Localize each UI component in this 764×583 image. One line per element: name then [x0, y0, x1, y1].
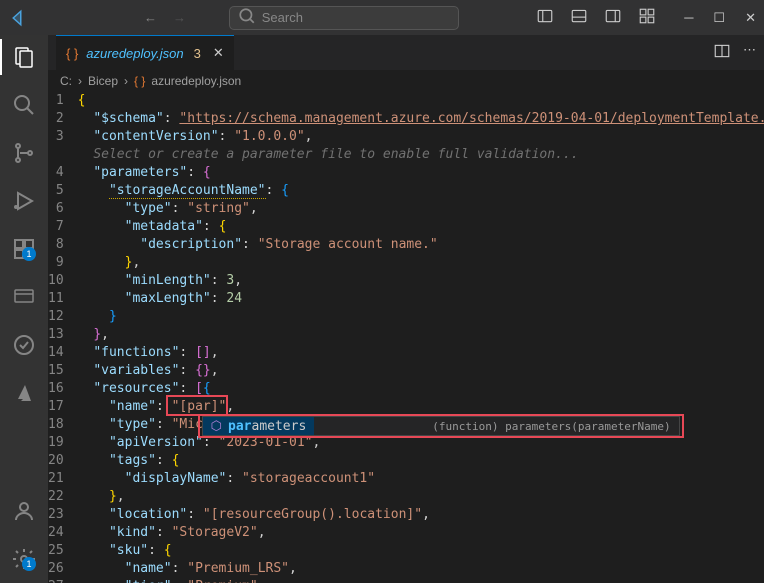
layout-controls: [536, 7, 656, 28]
run-debug-icon[interactable]: [10, 187, 38, 215]
minimize-icon[interactable]: ─: [684, 10, 693, 26]
forward-arrow-icon[interactable]: →: [173, 10, 186, 25]
activity-bar: 1 1: [0, 35, 48, 583]
search-icon: [238, 7, 256, 28]
method-icon: ⬡: [211, 419, 222, 434]
search-activity-icon[interactable]: [10, 91, 38, 119]
intellisense-detail: (function) parameters(parameterName): [424, 420, 678, 433]
remote-icon[interactable]: [10, 283, 38, 311]
azure-icon[interactable]: [10, 379, 38, 407]
editor-tab[interactable]: { } azuredeploy.json 3 ✕: [56, 35, 234, 70]
nav-arrows: ← →: [144, 10, 186, 25]
editor-area: { } azuredeploy.json 3 ✕ ⋯ C: › Bicep › …: [48, 35, 764, 583]
intellisense-item[interactable]: ⬡ parameters: [203, 417, 315, 435]
layout-customize-icon[interactable]: [638, 7, 656, 28]
panel-right-icon[interactable]: [604, 7, 622, 28]
json-file-icon: { }: [134, 74, 145, 88]
intellisense-match: par: [228, 419, 251, 434]
tabs-bar: { } azuredeploy.json 3 ✕ ⋯: [48, 35, 764, 70]
tab-problems-count: 3: [194, 46, 201, 61]
source-control-icon[interactable]: [10, 139, 38, 167]
split-editor-icon[interactable]: [713, 42, 731, 63]
breadcrumb-seg: Bicep: [88, 74, 118, 88]
code-editor[interactable]: 1 2 3 4 5 6 7 8 9 10 11 12 13 14 15 16 1…: [48, 92, 764, 583]
intellisense-popup[interactable]: ⬡ parameters (function) parameters(param…: [202, 416, 680, 436]
title-bar: ← → Search ─ ☐ ✕: [0, 0, 764, 35]
vscode-logo-icon: [8, 9, 26, 27]
panel-bottom-icon[interactable]: [570, 7, 588, 28]
accounts-icon[interactable]: [10, 497, 38, 525]
window-controls: ─ ☐ ✕: [684, 10, 756, 26]
chevron-right-icon: ›: [124, 74, 128, 88]
chevron-right-icon: ›: [78, 74, 82, 88]
json-file-icon: { }: [66, 46, 78, 61]
testing-icon[interactable]: [10, 331, 38, 359]
panel-left-icon[interactable]: [536, 7, 554, 28]
settings-badge: 1: [22, 557, 36, 571]
explorer-icon[interactable]: [10, 43, 38, 71]
tab-filename: azuredeploy.json: [86, 46, 183, 61]
extensions-badge: 1: [22, 247, 36, 261]
breadcrumb[interactable]: C: › Bicep › { } azuredeploy.json: [48, 70, 764, 92]
command-center-search[interactable]: Search: [229, 6, 459, 30]
more-actions-icon[interactable]: ⋯: [743, 42, 756, 63]
close-icon[interactable]: ✕: [745, 10, 756, 26]
code-content[interactable]: { "$schema": "https://schema.management.…: [78, 92, 764, 583]
tab-close-icon[interactable]: ✕: [213, 45, 224, 61]
breadcrumb-seg: azuredeploy.json: [151, 74, 241, 88]
intellisense-rest: ameters: [252, 419, 307, 434]
maximize-icon[interactable]: ☐: [713, 10, 725, 26]
search-placeholder: Search: [262, 10, 303, 25]
extensions-icon[interactable]: 1: [10, 235, 38, 263]
settings-gear-icon[interactable]: 1: [10, 545, 38, 573]
line-numbers: 1 2 3 4 5 6 7 8 9 10 11 12 13 14 15 16 1…: [48, 92, 78, 583]
breadcrumb-seg: C:: [60, 74, 72, 88]
back-arrow-icon[interactable]: ←: [144, 10, 157, 25]
